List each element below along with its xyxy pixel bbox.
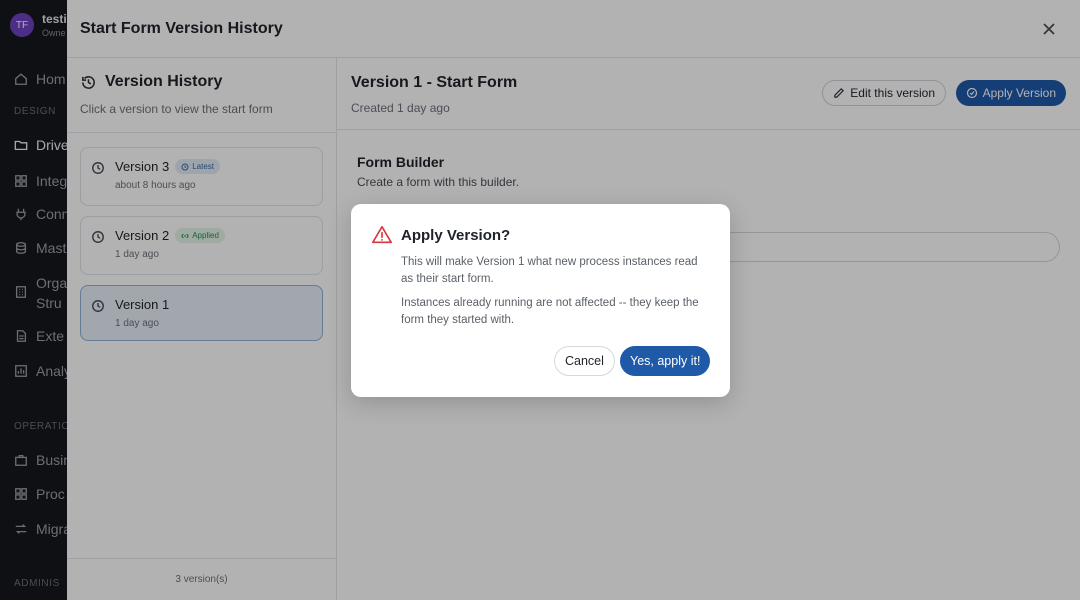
apply-version-dialog: Apply Version? This will make Version 1 … [351,204,730,397]
dialog-message: This will make Version 1 what new proces… [401,256,698,285]
dialog-note: Instances already running are not affect… [401,297,699,326]
dialog-title: Apply Version? [401,227,511,244]
confirm-apply-button[interactable]: Yes, apply it! [620,346,711,376]
warning-icon [371,224,393,246]
dialog-body: This will make Version 1 what new proces… [401,254,711,329]
cancel-button[interactable]: Cancel [554,346,615,376]
